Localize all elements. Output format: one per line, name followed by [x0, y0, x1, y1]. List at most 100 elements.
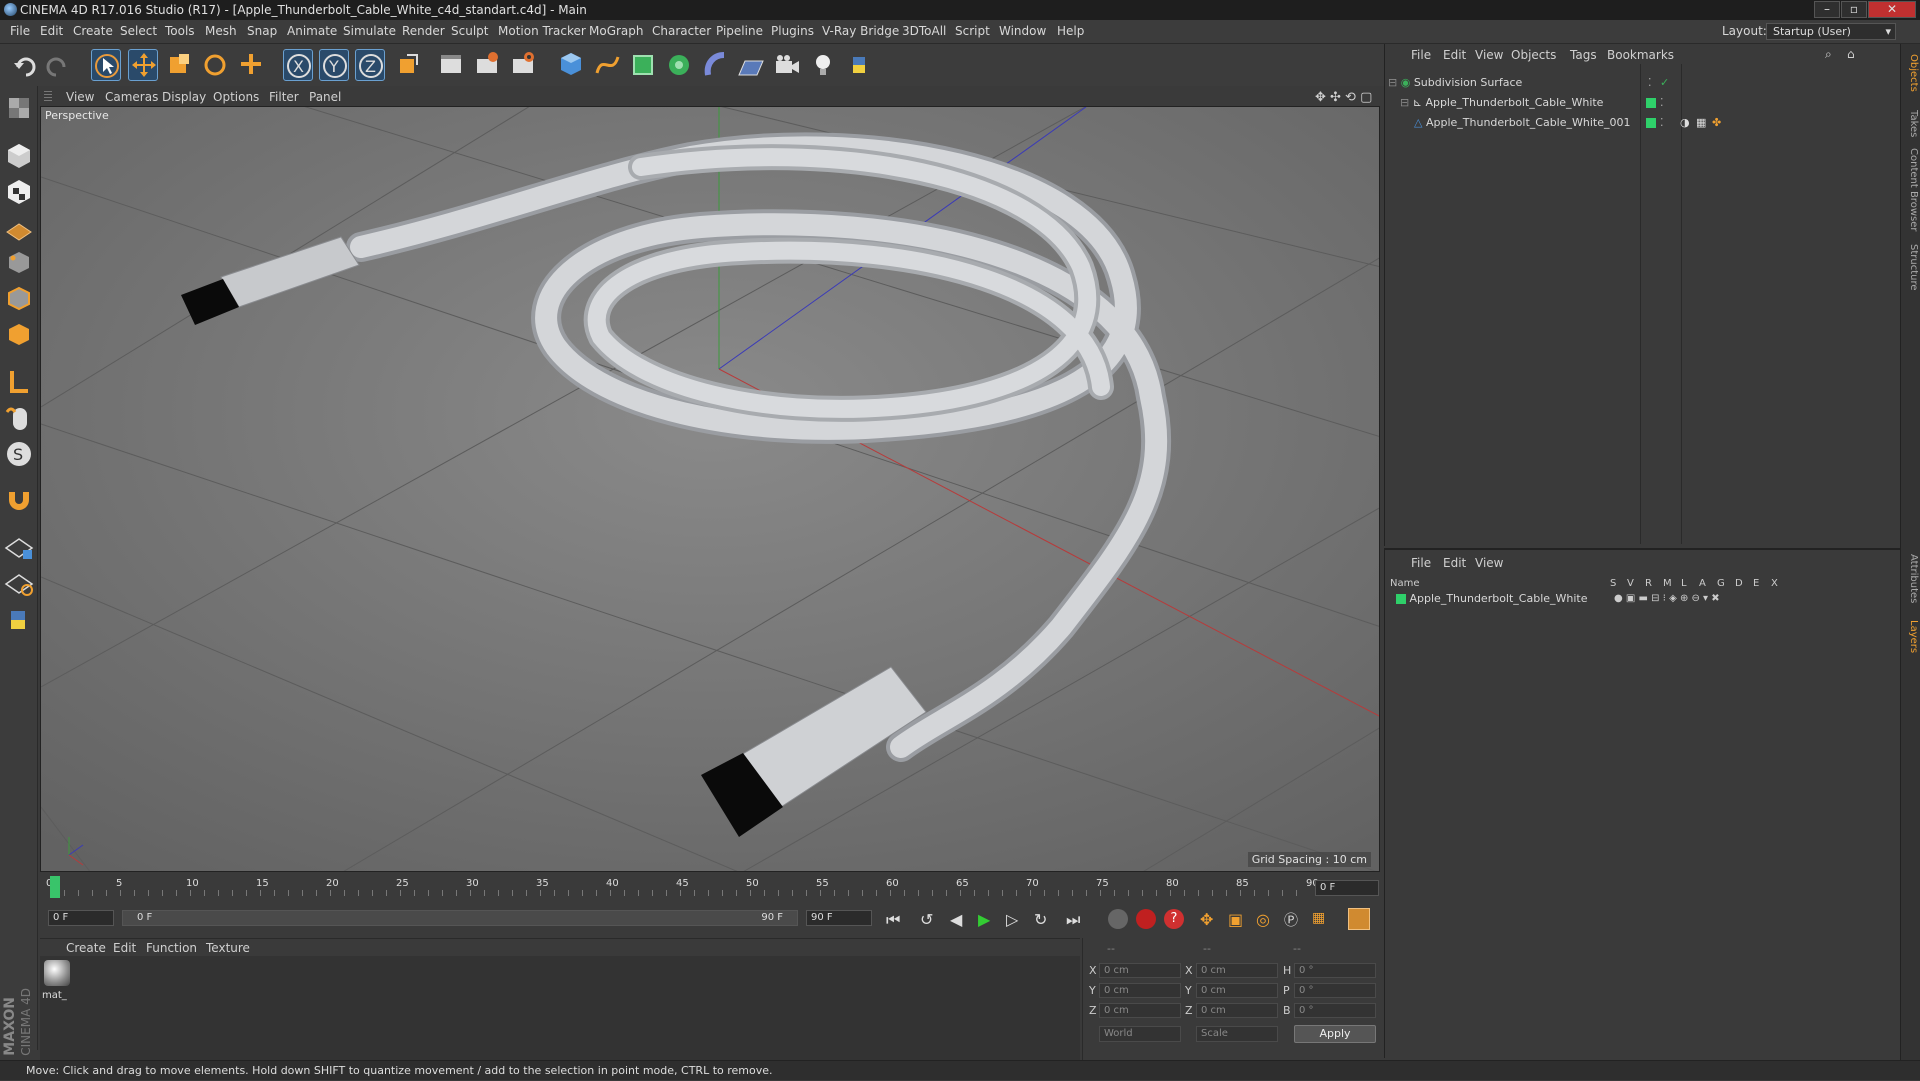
play-icon[interactable]: ▶ [978, 910, 990, 929]
layers-column-render[interactable]: R [1645, 578, 1652, 589]
lock-workplane-button[interactable] [3, 532, 35, 564]
layers-column-locked[interactable]: L [1681, 578, 1687, 589]
objects-menu-bookmarks[interactable]: Bookmarks [1607, 48, 1674, 62]
menu-plugins[interactable]: Plugins [771, 24, 814, 38]
material-menu-function[interactable]: Function [146, 941, 197, 955]
z-axis-lock-button[interactable]: Z [355, 49, 385, 81]
viewport-menu-view[interactable]: View [66, 90, 94, 104]
texture-tag-icon[interactable]: ◑ [1680, 114, 1690, 132]
enabled-check-icon[interactable]: ✓ [1660, 74, 1669, 92]
move-tool-button[interactable] [128, 49, 158, 81]
menu-tools[interactable]: Tools [165, 24, 195, 38]
menu-window[interactable]: Window [999, 24, 1046, 38]
motion-record-icon[interactable] [1108, 909, 1128, 929]
start-frame-field[interactable]: 0 F [48, 910, 114, 926]
snap-button[interactable]: S [3, 438, 35, 470]
render-view-button[interactable] [436, 49, 466, 81]
object-row-subdivision[interactable]: ⊟ ◉ Subdivision Surface ⁚ ✓ [1388, 74, 1669, 92]
make-editable-button[interactable] [3, 92, 35, 124]
visibility-dots-icon[interactable]: ⁚ [1660, 94, 1664, 112]
layer-row[interactable]: Apple_Thunderbolt_Cable_White ● ▣ ▬ ⊟ ⁝ … [1396, 590, 1896, 608]
menu-edit[interactable]: Edit [40, 24, 63, 38]
autokey-question-icon[interactable]: ? [1164, 909, 1184, 929]
python-script-button[interactable] [3, 604, 35, 636]
layer-toggle-icons[interactable]: ● ▣ ▬ ⊟ ⁝ ◈ ⊕ ⊖ ▾ ✖ [1614, 590, 1720, 608]
current-frame-field[interactable]: 0 F [1315, 880, 1379, 896]
redo-button[interactable] [42, 49, 72, 81]
polygons-mode-button[interactable] [3, 318, 35, 350]
viewport-nav-icons[interactable]: ✥ ✣ ⟲ ▢ [1315, 90, 1372, 105]
size-z-field[interactable]: 0 cm [1196, 1003, 1278, 1018]
menu-sculpt[interactable]: Sculpt [451, 24, 488, 38]
rotation-b-field[interactable]: 0 ° [1294, 1003, 1376, 1018]
y-axis-lock-button[interactable]: Y [319, 49, 349, 81]
viewport-menu-display[interactable]: Display [162, 90, 206, 104]
visibility-dots-icon[interactable]: ⁚ [1648, 74, 1652, 92]
tweak-mode-button[interactable] [3, 402, 35, 434]
search-icon[interactable]: ⌕ [1825, 47, 1832, 62]
tab-structure[interactable]: Structure [1903, 244, 1919, 291]
coordinate-system-button[interactable] [393, 49, 423, 81]
layer-color-swatch[interactable] [1646, 118, 1656, 128]
viewport-canvas[interactable] [41, 107, 1380, 872]
home-icon[interactable]: ⌂ [1847, 47, 1855, 61]
layers-menu-edit[interactable]: Edit [1443, 556, 1466, 570]
tab-content-browser[interactable]: Content Browser [1903, 148, 1919, 231]
menu-create[interactable]: Create [73, 24, 113, 38]
add-cube-button[interactable] [556, 49, 586, 81]
3d-viewport[interactable]: Perspective Grid Spacing : 10 cm [40, 106, 1380, 872]
add-nurbs-button[interactable] [628, 49, 658, 81]
position-x-field[interactable]: 0 cm [1099, 963, 1181, 978]
menu-script[interactable]: Script [955, 24, 990, 38]
previous-key-icon[interactable]: ↺ [920, 910, 933, 929]
minimize-button[interactable]: – [1814, 1, 1840, 18]
objects-menu-tags[interactable]: Tags [1570, 48, 1597, 62]
key-rotation-icon[interactable]: ◎ [1256, 910, 1270, 929]
menu-mograph[interactable]: MoGraph [589, 24, 644, 38]
end-frame-field[interactable]: 90 F [806, 910, 872, 926]
texture-mode-button[interactable] [3, 176, 35, 208]
menu-snap[interactable]: Snap [247, 24, 277, 38]
viewport-menu-filter[interactable]: Filter [269, 90, 299, 104]
objects-menu-objects[interactable]: Objects [1511, 48, 1556, 62]
layers-column-xref[interactable]: X [1771, 578, 1778, 589]
layers-column-name[interactable]: Name [1390, 578, 1420, 589]
viewport-menu-options[interactable]: Options [213, 90, 259, 104]
layers-column-manager[interactable]: M [1663, 578, 1672, 589]
tab-takes[interactable]: Takes [1903, 110, 1919, 137]
visibility-dots-icon[interactable]: ⁚ [1660, 114, 1664, 132]
material-menu-edit[interactable]: Edit [113, 941, 136, 955]
previous-frame-icon[interactable]: ◀ [950, 910, 962, 929]
uvw-tag-icon[interactable]: ▦ [1696, 114, 1706, 132]
timeline-window-icon[interactable] [1348, 908, 1370, 930]
planar-workplane-button[interactable] [3, 568, 35, 600]
render-to-picture-viewer-button[interactable] [472, 49, 502, 81]
live-selection-button[interactable] [91, 49, 121, 81]
phong-tag-icon[interactable]: ✤ [1712, 114, 1721, 132]
size-mode-dropdown[interactable]: Scale [1196, 1026, 1278, 1042]
add-mograph-button[interactable] [664, 49, 694, 81]
layers-menu-view[interactable]: View [1475, 556, 1503, 570]
rotate-tool-button[interactable] [200, 49, 230, 81]
close-button[interactable]: ✕ [1868, 1, 1916, 18]
key-parameter-icon[interactable]: Ⓟ [1284, 910, 1298, 930]
layers-column-expressions[interactable]: E [1753, 578, 1759, 589]
next-key-icon[interactable]: ↻ [1034, 910, 1047, 929]
position-y-field[interactable]: 0 cm [1099, 983, 1181, 998]
layers-menu-file[interactable]: File [1411, 556, 1431, 570]
material-menu-texture[interactable]: Texture [206, 941, 250, 955]
add-environment-button[interactable] [736, 49, 766, 81]
object-row-cable[interactable]: ⊟ ⊾ Apple_Thunderbolt_Cable_White ⁚ [1400, 94, 1664, 112]
menu-motion-tracker[interactable]: Motion Tracker [498, 24, 586, 38]
menu-simulate[interactable]: Simulate [343, 24, 396, 38]
key-scale-icon[interactable]: ▣ [1228, 910, 1243, 929]
tab-attributes[interactable]: Attributes [1903, 554, 1919, 603]
layer-color-swatch[interactable] [1396, 594, 1406, 604]
viewport-menu-panel[interactable]: Panel [309, 90, 341, 104]
edges-mode-button[interactable] [3, 282, 35, 314]
rotation-h-field[interactable]: 0 ° [1294, 963, 1376, 978]
x-axis-lock-button[interactable]: X [283, 49, 313, 81]
add-camera-button[interactable] [772, 49, 802, 81]
tab-layers[interactable]: Layers [1903, 620, 1919, 653]
recent-tool-button[interactable] [236, 49, 266, 81]
